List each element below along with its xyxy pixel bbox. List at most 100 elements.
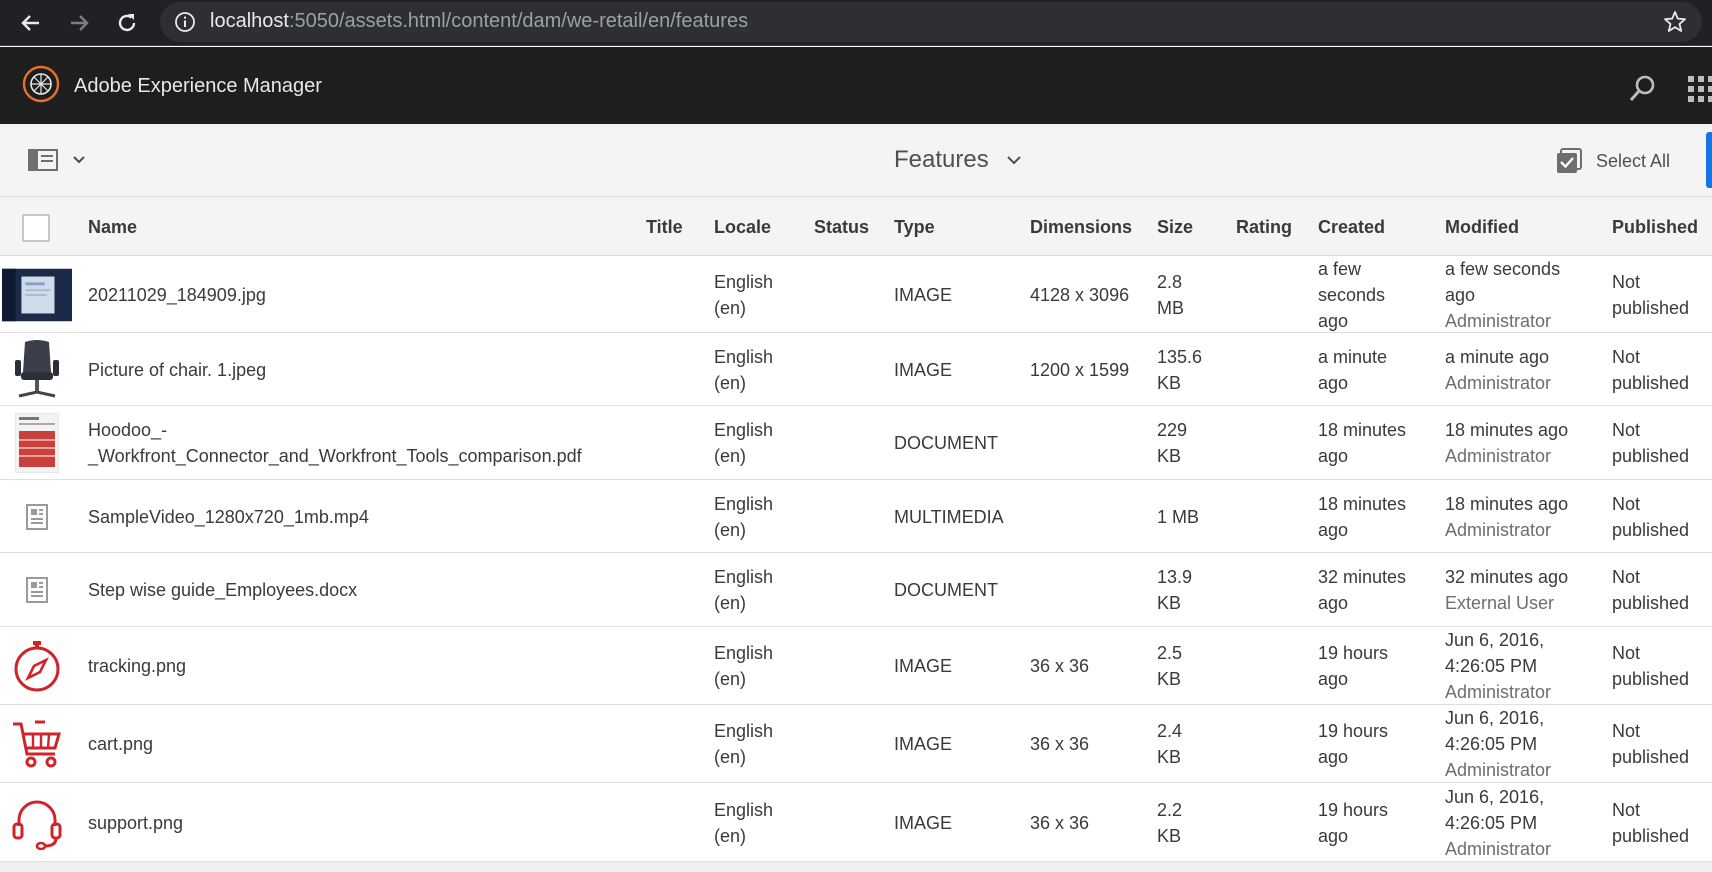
table-row[interactable]: SampleVideo_1280x720_1mb.mp4 English (en)… — [0, 480, 1712, 553]
table-row[interactable]: Picture of chair. 1.jpeg English (en) IMA… — [0, 333, 1712, 406]
column-type[interactable]: Type — [894, 217, 935, 238]
asset-name[interactable]: cart.png — [88, 731, 153, 757]
photo-thumbnail[interactable] — [2, 256, 72, 333]
cell-line: English — [714, 721, 774, 741]
asset-type: IMAGE — [894, 734, 953, 754]
asset-name[interactable]: SampleVideo_1280x720_1mb.mp4 — [88, 504, 369, 530]
rail-toggle-icon[interactable] — [28, 148, 58, 172]
column-size[interactable]: Size — [1157, 217, 1193, 238]
chevron-down-icon[interactable] — [1006, 154, 1022, 166]
cell-line: KB — [1157, 669, 1182, 689]
asset-published: Not published — [1612, 564, 1689, 616]
asset-published: Not published — [1612, 269, 1689, 321]
cell-line: published — [1612, 747, 1690, 767]
cell-line: ago — [1318, 446, 1349, 466]
cell-line: 1 MB — [1157, 507, 1200, 527]
cart-icon[interactable] — [2, 705, 72, 783]
cell-line: 19 hours — [1318, 800, 1389, 820]
table-row[interactable]: tracking.png English (en) IMAGE 36 x 36 2… — [0, 627, 1712, 705]
asset-name[interactable]: tracking.png — [88, 653, 186, 679]
site-info-icon[interactable] — [174, 11, 196, 33]
cell-line: MB — [1157, 298, 1184, 318]
cell-line: ago — [1318, 373, 1349, 393]
asset-name[interactable]: 20211029_184909.jpg — [88, 282, 266, 308]
compass-icon[interactable] — [2, 627, 72, 705]
solutions-grid-icon[interactable] — [1686, 73, 1712, 103]
checkbox-icon — [1557, 148, 1582, 173]
asset-size: 2.2 KB — [1157, 797, 1182, 849]
column-status[interactable]: Status — [814, 217, 869, 238]
asset-locale: English (en) — [714, 564, 773, 616]
asset-name[interactable]: Picture of chair. 1.jpeg — [88, 357, 266, 383]
column-dimensions[interactable]: Dimensions — [1030, 217, 1132, 238]
modified-by: Administrator — [1445, 760, 1552, 780]
select-all-checkbox[interactable] — [22, 214, 50, 242]
cell-line: ago — [1445, 285, 1476, 305]
cell-line: published — [1612, 520, 1690, 540]
asset-size: 2.8 MB — [1157, 269, 1184, 321]
chair-thumbnail[interactable] — [2, 333, 72, 406]
chevron-down-icon[interactable] — [72, 154, 86, 166]
modified-by: Administrator — [1445, 839, 1552, 859]
asset-name[interactable]: support.png — [88, 810, 183, 836]
column-modified[interactable]: Modified — [1445, 217, 1519, 238]
cell-line: a minute ago — [1445, 347, 1550, 367]
table-row[interactable]: Hoodoo_- _Workfront_Connector_and_Workfro… — [0, 406, 1712, 480]
cell-line: 19 hours — [1318, 721, 1389, 741]
cell-line: 18 minutes — [1318, 494, 1407, 514]
cell-line: 18 minutes — [1318, 420, 1407, 440]
cell-line: ago — [1318, 747, 1349, 767]
address-bar[interactable]: localhost:5050/assets.html/content/dam/w… — [160, 2, 1702, 42]
asset-published: Not published — [1612, 718, 1689, 770]
forward-arrow-icon[interactable] — [62, 6, 96, 40]
cell-line: Jun 6, 2016, — [1445, 708, 1545, 728]
cell-line: Step wise guide_Employees.docx — [88, 580, 358, 600]
column-title[interactable]: Title — [646, 217, 683, 238]
back-arrow-icon[interactable] — [14, 6, 48, 40]
file-icon[interactable] — [2, 553, 72, 627]
cell-line: _Workfront_Connector_and_Workfront_Tools… — [88, 446, 582, 466]
asset-size: 2.4 KB — [1157, 718, 1182, 770]
asset-type: MULTIMEDIA — [894, 507, 1004, 527]
table-row[interactable]: Step wise guide_Employees.docx English (e… — [0, 553, 1712, 627]
cell-line: SampleVideo_1280x720_1mb.mp4 — [88, 507, 369, 527]
cell-line: cart.png — [88, 734, 154, 754]
table-row[interactable]: cart.png English (en) IMAGE 36 x 36 2.4 KB… — [0, 705, 1712, 783]
search-icon[interactable] — [1628, 73, 1658, 103]
asset-name[interactable]: Step wise guide_Employees.docx — [88, 577, 357, 603]
cell-line: 4:26:05 PM — [1445, 734, 1538, 754]
asset-size: 2.5 KB — [1157, 640, 1182, 692]
cell-line: KB — [1157, 747, 1182, 767]
select-all-button[interactable]: Select All — [1556, 148, 1670, 174]
cell-line: (en) — [714, 593, 747, 613]
asset-locale: English (en) — [714, 417, 773, 469]
cell-line: ago — [1318, 669, 1349, 689]
column-created[interactable]: Created — [1318, 217, 1385, 238]
table-row[interactable]: support.png English (en) IMAGE 36 x 36 2.… — [0, 783, 1712, 862]
column-published[interactable]: Published — [1612, 217, 1698, 238]
cell-line: tracking.png — [88, 656, 187, 676]
file-icon[interactable] — [2, 480, 72, 553]
table-header: Name Title Locale Status Type Dimensions… — [0, 197, 1712, 256]
cell-line: 2.5 — [1157, 643, 1183, 663]
pdf-thumbnail[interactable] — [2, 406, 72, 480]
modified-by: Administrator — [1445, 682, 1552, 702]
cell-line: KB — [1157, 446, 1182, 466]
cell-line: (en) — [714, 669, 747, 689]
bookmark-star-icon[interactable] — [1662, 9, 1688, 35]
headset-icon[interactable] — [2, 783, 72, 862]
folder-title[interactable]: Features — [894, 146, 989, 174]
aem-header: Adobe Experience Manager — [0, 47, 1712, 124]
aem-logo-icon[interactable] — [22, 65, 60, 103]
select-all-label: Select All — [1596, 150, 1671, 171]
modified-by: Administrator — [1445, 446, 1552, 466]
reload-icon[interactable] — [110, 6, 144, 40]
cell-line: Jun 6, 2016, — [1445, 787, 1545, 807]
column-locale[interactable]: Locale — [714, 217, 771, 238]
panel-accent[interactable] — [1706, 132, 1712, 188]
column-rating[interactable]: Rating — [1236, 217, 1292, 238]
cell-line: Hoodoo_- — [88, 420, 168, 440]
table-row[interactable]: 20211029_184909.jpg English (en) IMAGE 41… — [0, 256, 1712, 333]
column-name[interactable]: Name — [88, 217, 137, 238]
asset-name[interactable]: Hoodoo_- _Workfront_Connector_and_Workfro… — [88, 417, 582, 469]
